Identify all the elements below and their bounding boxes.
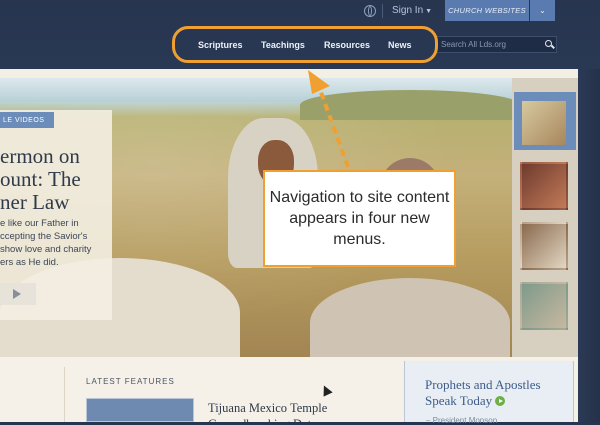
- hero-desc-line: show love and charity: [0, 244, 92, 255]
- play-button[interactable]: [0, 283, 36, 305]
- column-divider: [64, 367, 65, 422]
- prophets-subtitle: – President Monson: [426, 416, 498, 425]
- prophets-title-text: Prophets and Apostles Speak Today: [425, 377, 541, 408]
- latest-features-heading: LATEST FEATURES: [86, 377, 175, 386]
- church-websites-label: CHURCH WEBSITES: [448, 6, 526, 15]
- callout-box: Navigation to site content appears in fo…: [263, 170, 456, 267]
- chevron-down-icon: ▼: [425, 8, 433, 15]
- page-edge: [578, 69, 600, 422]
- thumbnail-3[interactable]: [520, 222, 568, 270]
- prophets-title[interactable]: Prophets and Apostles Speak Today: [425, 377, 565, 409]
- divider: [382, 4, 383, 18]
- hero-title-line: ner Law: [0, 190, 70, 214]
- callout-text: Navigation to site content appears in fo…: [269, 189, 450, 248]
- callout-arrow: [308, 70, 350, 168]
- sign-in-link[interactable]: Sign In ▼: [392, 5, 432, 16]
- feature-thumbnail[interactable]: [86, 398, 194, 422]
- hero-category-badge: LE VIDEOS: [0, 112, 54, 128]
- search-box: [436, 36, 557, 53]
- hero-desc-line: ccepting the Savior's: [0, 231, 88, 242]
- thumbnail-2[interactable]: [520, 162, 568, 210]
- hero-desc-line: e like our Father in: [0, 218, 79, 229]
- hero-desc-line: ers as He did.: [0, 257, 59, 268]
- chevron-down-icon: ⌄: [539, 6, 546, 15]
- hero-title-line: ermon on: [0, 144, 80, 168]
- thumbnail-1[interactable]: [520, 99, 568, 147]
- church-websites-dropdown[interactable]: ⌄: [530, 0, 555, 21]
- figure-right: [310, 278, 510, 357]
- feature-title[interactable]: Tijuana Mexico Temple Groundbreaking Dat…: [208, 400, 378, 422]
- search-input[interactable]: [441, 38, 537, 51]
- globe-icon[interactable]: [364, 5, 376, 17]
- callout-arrow-line: [316, 83, 350, 168]
- sign-in-label: Sign In: [392, 5, 424, 16]
- church-websites-button[interactable]: CHURCH WEBSITES: [445, 0, 529, 21]
- hero-title-line: ount: The: [0, 167, 81, 191]
- nav-highlight-ring: [172, 26, 438, 63]
- search-icon[interactable]: [545, 40, 552, 47]
- thumbnail-4[interactable]: [520, 282, 568, 330]
- hero-title[interactable]: ermon on ount: The ner Law: [0, 145, 110, 214]
- arrow-right-icon[interactable]: [495, 396, 506, 406]
- thumbnail-strip: [512, 78, 578, 357]
- hero-description: e like our Father in ccepting the Savior…: [0, 217, 110, 269]
- callout-arrow-head: [308, 70, 330, 94]
